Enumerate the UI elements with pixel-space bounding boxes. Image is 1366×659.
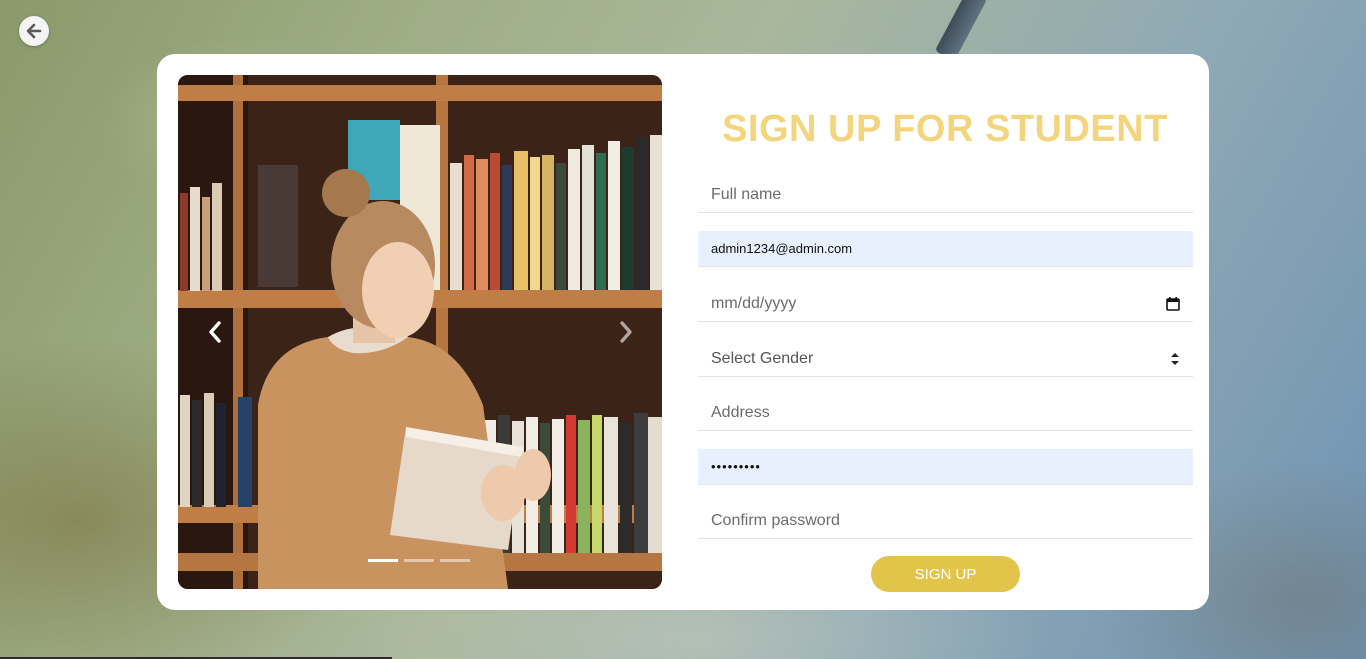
calendar-icon[interactable] bbox=[1166, 296, 1180, 311]
email-field[interactable]: admin1234@admin.com bbox=[698, 231, 1193, 267]
select-arrows-icon bbox=[1171, 352, 1179, 365]
address-placeholder: Address bbox=[711, 403, 770, 421]
password-value: ••••••••• bbox=[711, 459, 761, 474]
back-button[interactable] bbox=[19, 16, 49, 46]
full-name-placeholder: Full name bbox=[711, 185, 782, 203]
signup-button[interactable]: SIGN UP bbox=[871, 556, 1020, 592]
form-title: SIGN UP FOR STUDENT bbox=[722, 108, 1168, 150]
gender-selected-value: Select Gender bbox=[711, 349, 814, 367]
arrow-left-icon bbox=[26, 23, 42, 39]
email-value: admin1234@admin.com bbox=[711, 241, 853, 256]
image-carousel bbox=[178, 75, 662, 589]
chevron-right-icon bbox=[620, 321, 632, 343]
confirm-password-field[interactable]: Confirm password bbox=[698, 503, 1193, 539]
carousel-indicator-1[interactable] bbox=[368, 559, 398, 562]
gender-select[interactable]: Select Gender bbox=[698, 341, 1193, 377]
signup-card: SIGN UP FOR STUDENT Full name admin1234@… bbox=[157, 54, 1209, 610]
date-of-birth-field[interactable]: mm/dd/yyyy bbox=[698, 286, 1193, 322]
carousel-next-button[interactable] bbox=[612, 318, 640, 346]
confirm-password-placeholder: Confirm password bbox=[711, 511, 840, 529]
chevron-left-icon bbox=[209, 321, 221, 343]
carousel-indicator-2[interactable] bbox=[404, 559, 434, 562]
password-field[interactable]: ••••••••• bbox=[698, 449, 1193, 485]
address-field[interactable]: Address bbox=[698, 395, 1193, 431]
dob-placeholder: mm/dd/yyyy bbox=[711, 294, 797, 312]
carousel-prev-button[interactable] bbox=[201, 318, 229, 346]
carousel-indicators bbox=[368, 559, 470, 562]
full-name-field[interactable]: Full name bbox=[698, 177, 1193, 213]
carousel-indicator-3[interactable] bbox=[440, 559, 470, 562]
carousel-slide-image bbox=[178, 75, 662, 589]
